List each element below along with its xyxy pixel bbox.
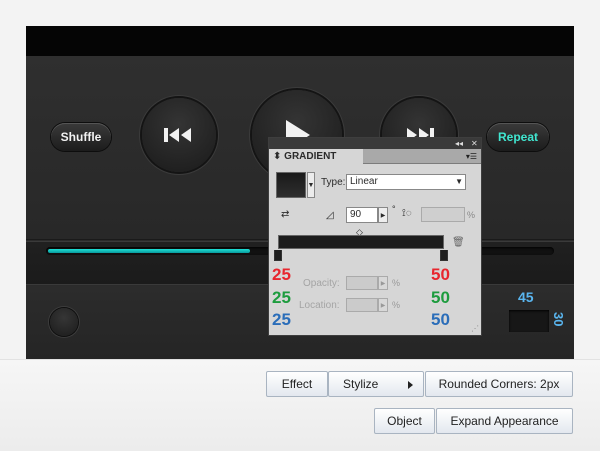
object-menu-button[interactable]: Object (374, 408, 435, 434)
collapse-icon[interactable]: ◂◂ (455, 138, 463, 149)
location-label: Location: (299, 300, 340, 311)
gradient-stop-left[interactable] (274, 250, 282, 261)
opacity-input (346, 276, 378, 290)
effect-menu-button[interactable]: Effect (266, 371, 328, 397)
angle-input[interactable]: 90 (346, 207, 378, 223)
type-select[interactable]: Linear ▼ (346, 174, 466, 190)
aspect-ratio-icon: ⟟◌ (402, 208, 412, 219)
rewind-icon (164, 128, 191, 142)
player-top-bar (26, 26, 574, 56)
chevron-down-icon: ▼ (455, 177, 463, 186)
angle-spin-icon[interactable]: ▶ (378, 207, 388, 223)
dark-display-box (509, 310, 549, 332)
shuffle-button[interactable]: Shuffle (51, 123, 111, 151)
location-unit: % (392, 300, 401, 310)
number-45-label: 45 (518, 289, 534, 305)
gradient-panel: ◂◂ ✕ ⬍ GRADIENT ▾☰ ▼ Type: Linear ▼ ⇄ ◿ … (268, 137, 482, 336)
volume-knob[interactable] (50, 308, 78, 336)
right-stop-red-value: 50 (431, 265, 450, 284)
left-stop-green-value: 25 (272, 288, 291, 307)
opacity-spin-icon: ▶ (378, 276, 388, 290)
rewind-button[interactable] (142, 98, 216, 172)
gradient-stop-right[interactable] (440, 250, 448, 261)
tab-arrows-icon: ⬍ (273, 151, 282, 162)
right-stop-green-value: 50 (431, 288, 450, 307)
type-select-value: Linear (350, 176, 378, 187)
tab-gradient-label: GRADIENT (284, 151, 337, 162)
left-stop-blue-value: 25 (272, 310, 291, 329)
left-stop-red-value: 25 (272, 265, 291, 284)
location-input (346, 298, 378, 312)
panel-tab-bar: ⬍ GRADIENT ▾☰ (269, 149, 481, 164)
location-spin-icon: ▶ (378, 298, 388, 312)
gradient-slider[interactable] (278, 235, 444, 249)
number-30-label: 30 (551, 312, 566, 327)
aspect-ratio-input (421, 207, 465, 222)
resize-grip-icon[interactable]: ⋰ (471, 324, 479, 333)
opacity-label: Opacity: (303, 278, 340, 289)
expand-appearance-button[interactable]: Expand Appearance (436, 408, 573, 434)
repeat-button[interactable]: Repeat (487, 123, 549, 151)
swatch-dropdown-icon[interactable]: ▼ (307, 172, 315, 198)
right-stop-blue-value: 50 (431, 310, 450, 329)
stylize-menu-button[interactable]: Stylize (328, 371, 424, 397)
angle-icon: ◿ (326, 210, 334, 221)
panel-menu-icon[interactable]: ▾☰ (466, 152, 477, 161)
rounded-corners-button[interactable]: Rounded Corners: 2px (425, 371, 573, 397)
delete-stop-icon[interactable]: 🗑 (452, 237, 465, 248)
stylize-label: Stylize (343, 377, 379, 391)
progress-fill (48, 249, 250, 253)
gradient-swatch[interactable] (276, 172, 306, 198)
reverse-gradient-icon[interactable]: ⇄ (281, 208, 297, 222)
tab-gradient[interactable]: ⬍ GRADIENT (269, 149, 363, 164)
degree-symbol: ° (392, 204, 396, 214)
panel-title-bar[interactable]: ◂◂ ✕ (269, 138, 481, 149)
stage: Shuffle Repeat 45 30 ◂◂ ✕ ⬍ GRADIENT ▾☰ … (0, 0, 600, 451)
aspect-ratio-unit: % (467, 210, 476, 220)
submenu-arrow-icon (408, 381, 413, 389)
opacity-unit: % (392, 278, 401, 288)
close-icon[interactable]: ✕ (471, 138, 478, 149)
type-label: Type: (321, 177, 346, 188)
